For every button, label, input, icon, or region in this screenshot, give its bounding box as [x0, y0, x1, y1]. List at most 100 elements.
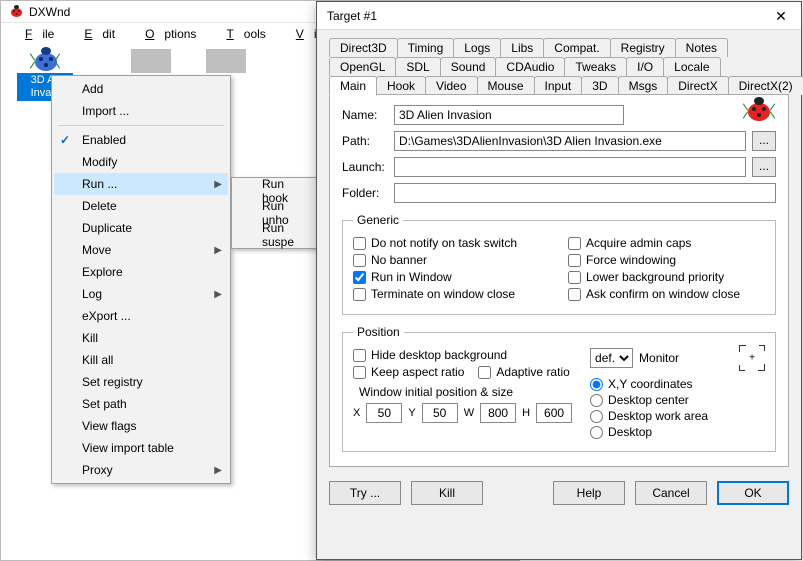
tab-notes[interactable]: Notes — [675, 38, 728, 57]
tab-opengl[interactable]: OpenGL — [329, 57, 396, 76]
ctx-item-import-[interactable]: Import ... — [54, 100, 228, 122]
tab-panel-main: Name: Path: ... Launch: ... Folder: Gene… — [329, 94, 789, 467]
dialog-title: Target #1 — [327, 9, 761, 23]
hide-desktop-bg-checkbox[interactable] — [353, 349, 366, 362]
menu-options[interactable]: Options — [125, 25, 206, 43]
menu-file[interactable]: File — [5, 25, 64, 43]
ctx-item-explore[interactable]: Explore — [54, 261, 228, 283]
ctx-item-view-flags[interactable]: View flags — [54, 415, 228, 437]
folder-label: Folder: — [342, 186, 394, 200]
checkbox-force-windowing[interactable] — [568, 254, 581, 267]
dialog-buttonbar: Try ... Kill Help Cancel OK — [329, 481, 789, 505]
keep-aspect-checkbox[interactable] — [353, 366, 366, 379]
w-label: W — [464, 407, 474, 419]
generic-group: Generic Do not notify on task switchNo b… — [342, 213, 776, 315]
ok-button[interactable]: OK — [717, 481, 789, 505]
chevron-right-icon: ▶ — [214, 179, 222, 190]
checkbox-do-not-notify-on-task-switch[interactable] — [353, 237, 366, 250]
tab-msgs[interactable]: Msgs — [618, 76, 669, 95]
close-icon[interactable]: ✕ — [761, 2, 801, 30]
monitor-select[interactable]: def. — [590, 348, 633, 368]
pick-region-button[interactable]: + — [739, 345, 765, 371]
tab-tweaks[interactable]: Tweaks — [564, 57, 627, 76]
w-input[interactable] — [480, 403, 516, 423]
ctx-sub-item[interactable]: Run suspe — [234, 224, 318, 246]
generic-legend: Generic — [353, 213, 403, 227]
checkbox-run-in-window[interactable] — [353, 271, 366, 284]
adaptive-ratio-checkbox[interactable] — [478, 366, 491, 379]
h-input[interactable] — [536, 403, 572, 423]
context-submenu-run: Run hookRun unhoRun suspe — [231, 177, 321, 249]
ctx-item-kill[interactable]: Kill — [54, 327, 228, 349]
x-input[interactable] — [366, 403, 402, 423]
tab-timing[interactable]: Timing — [397, 38, 455, 57]
chevron-right-icon: ▶ — [214, 245, 222, 256]
tab-locale[interactable]: Locale — [663, 57, 720, 76]
radio-desktop-work-area[interactable] — [590, 410, 603, 423]
help-button[interactable]: Help — [553, 481, 625, 505]
cancel-button[interactable]: Cancel — [635, 481, 707, 505]
tab-directx[interactable]: DirectX — [667, 76, 728, 95]
ctx-item-duplicate[interactable]: Duplicate — [54, 217, 228, 239]
kill-button[interactable]: Kill — [411, 481, 483, 505]
ctx-item-export-[interactable]: eXport ... — [54, 305, 228, 327]
tab-direct3d[interactable]: Direct3D — [329, 38, 398, 57]
ctx-item-view-import-table[interactable]: View import table — [54, 437, 228, 459]
checkbox-acquire-admin-caps[interactable] — [568, 237, 581, 250]
folder-input[interactable] — [394, 183, 776, 203]
path-label: Path: — [342, 134, 394, 148]
dialog-titlebar[interactable]: Target #1 ✕ — [317, 2, 801, 30]
tab-mouse[interactable]: Mouse — [477, 76, 535, 95]
tab-hook[interactable]: Hook — [376, 76, 426, 95]
menu-edit[interactable]: Edit — [64, 25, 125, 43]
tab-sdl[interactable]: SDL — [395, 57, 440, 76]
y-input[interactable] — [422, 403, 458, 423]
radio-desktop[interactable] — [590, 426, 603, 439]
tab-cdaudio[interactable]: CDAudio — [495, 57, 565, 76]
radio-x-y-coordinates[interactable] — [590, 378, 603, 391]
ctx-item-move[interactable]: Move▶ — [54, 239, 228, 261]
tab-video[interactable]: Video — [425, 76, 477, 95]
tab-compat[interactable]: Compat. — [543, 38, 610, 57]
tab-3d[interactable]: 3D — [581, 76, 618, 95]
tab-input[interactable]: Input — [534, 76, 583, 95]
tab-libs[interactable]: Libs — [500, 38, 544, 57]
name-label: Name: — [342, 108, 394, 122]
thumb-placeholder[interactable] — [206, 49, 246, 73]
checkbox-terminate-on-window-close[interactable] — [353, 288, 366, 301]
tab-sound[interactable]: Sound — [440, 57, 497, 76]
name-input[interactable] — [394, 105, 624, 125]
h-label: H — [522, 407, 530, 419]
menu-tools[interactable]: Tools — [206, 25, 275, 43]
try-button[interactable]: Try ... — [329, 481, 401, 505]
thumb-placeholder[interactable] — [131, 49, 171, 73]
ctx-item-run-[interactable]: Run ...▶ — [54, 173, 228, 195]
tab-io[interactable]: I/O — [626, 57, 664, 76]
check-icon: ✓ — [60, 133, 70, 147]
y-label: Y — [408, 407, 415, 419]
ctx-item-set-path[interactable]: Set path — [54, 393, 228, 415]
path-input[interactable] — [394, 131, 746, 151]
launch-input[interactable] — [394, 157, 746, 177]
checkbox-lower-background-priority[interactable] — [568, 271, 581, 284]
ctx-item-set-registry[interactable]: Set registry — [54, 371, 228, 393]
tab-registry[interactable]: Registry — [610, 38, 676, 57]
radio-desktop-center[interactable] — [590, 394, 603, 407]
app-icon — [9, 5, 23, 19]
ctx-item-add[interactable]: Add — [54, 78, 228, 100]
tab-main[interactable]: Main — [329, 76, 377, 96]
checkbox-no-banner[interactable] — [353, 254, 366, 267]
checkbox-ask-confirm-on-window-close[interactable] — [568, 288, 581, 301]
ctx-item-delete[interactable]: Delete — [54, 195, 228, 217]
path-browse-button[interactable]: ... — [752, 131, 776, 151]
chevron-right-icon: ▶ — [214, 289, 222, 300]
ctx-item-log[interactable]: Log▶ — [54, 283, 228, 305]
ctx-item-enabled[interactable]: ✓Enabled — [54, 129, 228, 151]
launch-browse-button[interactable]: ... — [752, 157, 776, 177]
ctx-item-modify[interactable]: Modify — [54, 151, 228, 173]
tab-directx2[interactable]: DirectX(2) — [728, 76, 803, 95]
tab-logs[interactable]: Logs — [453, 38, 501, 57]
window-title: DXWnd — [29, 5, 70, 19]
ctx-item-kill-all[interactable]: Kill all — [54, 349, 228, 371]
ctx-item-proxy[interactable]: Proxy▶ — [54, 459, 228, 481]
